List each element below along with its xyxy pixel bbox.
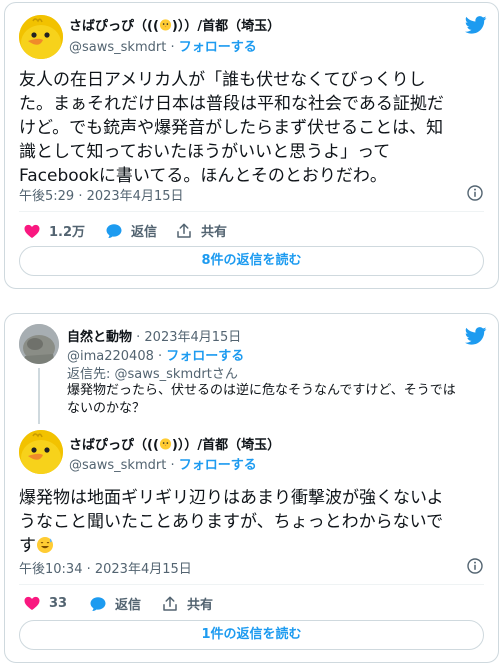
tweet-body-line: す bbox=[19, 536, 36, 556]
like-button[interactable]: 33 bbox=[23, 594, 67, 612]
tweet-body-line: ないのかな？ bbox=[67, 401, 146, 416]
replying-to[interactable]: 返信先: @saws_skmdrtさん bbox=[67, 363, 238, 382]
thread-connector bbox=[38, 368, 40, 424]
user-handle[interactable]: @saws_skmdrt bbox=[69, 40, 166, 55]
twitter-bird-icon[interactable] bbox=[465, 327, 487, 345]
share-button[interactable]: 共有 bbox=[161, 594, 213, 613]
tweet-body: 友人の在日アメリカ人が「誰も伏せなくてびっくりし た。まぁそれだけ日本は普段は平… bbox=[19, 68, 489, 188]
display-name: 自然と動物 bbox=[67, 330, 133, 345]
follow-button[interactable]: フォローする bbox=[179, 40, 257, 55]
heart-icon bbox=[23, 594, 41, 612]
display-name-tail: )））/首都（埼玉） bbox=[171, 19, 281, 34]
tweet-card-1: さばぴっぴ（(( )））/首都（埼玉） @saws_skmdrt · フォローする… bbox=[4, 2, 499, 289]
read-replies-button[interactable]: 8件の返信を読む bbox=[19, 246, 484, 276]
tweet-body-line: 識として知っておいたほうがいいと思うよ」って bbox=[19, 142, 391, 162]
separator: · bbox=[166, 458, 179, 473]
read-replies-button[interactable]: 1件の返信を読む bbox=[19, 620, 484, 650]
like-button[interactable]: 1.2万 bbox=[23, 221, 85, 240]
avatar[interactable] bbox=[19, 15, 63, 59]
parent-date[interactable]: · 2023年4月15日 bbox=[132, 330, 241, 345]
chick-emoji bbox=[159, 18, 172, 31]
chick-avatar-icon bbox=[19, 430, 63, 474]
divider bbox=[19, 211, 484, 212]
follow-button[interactable]: フォローする bbox=[166, 349, 244, 364]
display-name: さばぴっぴ（(( bbox=[69, 19, 159, 34]
tweet-card-2: 自然と動物 · 2023年4月15日 @ima220408 · フォローする 返… bbox=[4, 313, 499, 663]
heart-icon bbox=[23, 222, 41, 240]
tweet-body-line-last: す bbox=[19, 534, 489, 558]
reply-label: 返信 bbox=[131, 225, 158, 240]
avatar[interactable] bbox=[19, 324, 59, 364]
info-icon[interactable] bbox=[467, 185, 483, 201]
reply-bubble-icon bbox=[105, 222, 123, 240]
avatar[interactable] bbox=[19, 430, 63, 474]
divider bbox=[19, 584, 484, 585]
animal-avatar-icon bbox=[19, 324, 59, 364]
share-button[interactable]: 共有 bbox=[175, 221, 227, 240]
share-icon bbox=[175, 222, 193, 240]
reply-button[interactable]: 返信 bbox=[105, 221, 157, 240]
parent-tweet-body: 爆発物だったら、伏せるのは逆に危なそうなんですけど、そうでは ないのかな？ bbox=[67, 382, 487, 418]
tweet-body-line: 爆発物は地面ギリギリ辺りはあまり衝撃波が強くないよ bbox=[19, 488, 444, 508]
like-count: 1.2万 bbox=[49, 225, 86, 240]
tweet-body: 爆発物は地面ギリギリ辺りはあまり衝撃波が強くないよ うなこと聞いたことありますが… bbox=[19, 486, 489, 558]
tweet-body-line: 友人の在日アメリカ人が「誰も伏せなくてびっくりし bbox=[19, 70, 426, 90]
separator: · bbox=[166, 40, 179, 55]
tweet-timestamp[interactable]: 午後10:34 · 2023年4月15日 bbox=[19, 558, 192, 577]
chick-emoji bbox=[159, 437, 172, 450]
tweet-body-line: けど。でも銃声や爆発音がしたらまず伏せることは、知 bbox=[19, 118, 444, 138]
reply-button[interactable]: 返信 bbox=[89, 594, 141, 613]
share-label: 共有 bbox=[201, 225, 228, 240]
reply-label: 返信 bbox=[115, 598, 142, 613]
parent-author-name[interactable]: 自然と動物 · 2023年4月15日 bbox=[67, 326, 241, 345]
sweat-smile-emoji bbox=[36, 536, 54, 554]
follow-button[interactable]: フォローする bbox=[179, 458, 257, 473]
handle-line: @saws_skmdrt · フォローする bbox=[69, 454, 257, 473]
tweet-body-line: うなこと聞いたことありますが、ちょっとわからないで bbox=[19, 512, 444, 532]
twitter-bird-icon[interactable] bbox=[465, 16, 487, 34]
user-handle[interactable]: @ima220408 bbox=[67, 349, 154, 364]
author-name[interactable]: さばぴっぴ（(( )））/首都（埼玉） bbox=[69, 434, 280, 453]
like-count: 33 bbox=[49, 595, 68, 611]
handle-line: @ima220408 · フォローする bbox=[67, 345, 244, 364]
user-handle[interactable]: @saws_skmdrt bbox=[69, 458, 166, 473]
share-label: 共有 bbox=[187, 598, 214, 613]
display-name-tail: )））/首都（埼玉） bbox=[171, 438, 281, 453]
separator: · bbox=[153, 349, 167, 364]
chick-avatar-icon bbox=[19, 15, 63, 59]
share-icon bbox=[161, 595, 179, 613]
handle-line: @saws_skmdrt · フォローする bbox=[69, 36, 257, 55]
author-name[interactable]: さばぴっぴ（(( )））/首都（埼玉） bbox=[69, 15, 280, 34]
reply-bubble-icon bbox=[89, 595, 107, 613]
display-name: さばぴっぴ（(( bbox=[69, 438, 159, 453]
tweet-body-line: た。まぁそれだけ日本は普段は平和な社会である証拠だ bbox=[19, 94, 444, 114]
tweet-body-line: 爆発物だったら、伏せるのは逆に危なそうなんですけど、そうでは bbox=[67, 383, 456, 398]
tweet-timestamp[interactable]: 午後5:29 · 2023年4月15日 bbox=[19, 185, 184, 204]
info-icon[interactable] bbox=[467, 558, 483, 574]
